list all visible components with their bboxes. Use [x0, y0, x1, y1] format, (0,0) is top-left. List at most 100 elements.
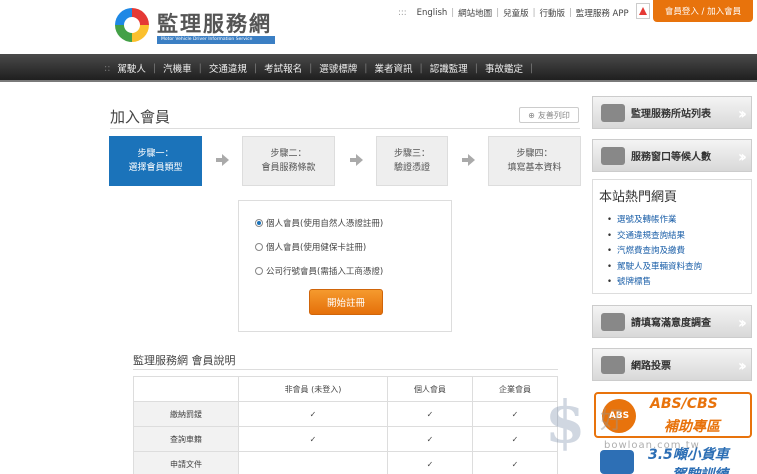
step-2: 步驟二： 會員服務條款 — [242, 136, 335, 186]
member-type-form: 個人會員(使用自然人憑證註冊) 個人會員(使用健保卡註冊) 公司行號會員(需插入… — [238, 200, 452, 332]
hot-link[interactable]: 號牌標售 — [607, 275, 702, 291]
survey-button[interactable]: 請填寫滿意度調查 ›› — [592, 305, 752, 338]
hot-pages-title: 本站熱門網頁 — [599, 190, 678, 205]
site-logo[interactable]: 監理服務網 Motor Vehicle Driver Information S… — [115, 6, 280, 46]
option-company-cert-label: 公司行號會員(需插入工商憑證) — [266, 267, 384, 277]
chevron-right-icon: ›› — [737, 313, 747, 332]
menu-dots-icon: ::: — [398, 8, 407, 18]
truck-subtitle: 駕駛訓練 — [672, 464, 728, 474]
queue-count-label: 服務窗口等候人數 — [631, 152, 711, 163]
step-1-line2: 選擇會員類型 — [128, 163, 183, 173]
check-icon: ✓ — [386, 401, 473, 427]
watermark-text: 好 — [600, 406, 628, 434]
toplink-mobile[interactable]: 行動版 — [539, 7, 565, 19]
chevron-right-icon: ›› — [737, 356, 747, 375]
check-icon: ✓ — [238, 426, 388, 452]
toplink-app[interactable]: 監理服務 APP — [576, 7, 629, 19]
top-links: ::: English | 網站地圖 | 兒童版 | 行動版 | 監理服務 APP — [398, 7, 629, 19]
nav-item-business[interactable]: 業者資訊 — [368, 61, 420, 75]
watermark-dollar-icon: $ — [545, 388, 586, 456]
survey-icon — [601, 312, 625, 331]
logo-mark-icon — [115, 8, 149, 42]
table-header-cell — [133, 376, 239, 402]
table-row: 繳納罰鍰 ✓ ✓ ✓ — [133, 401, 559, 427]
nav-item-accident[interactable]: 事故鑑定 — [478, 61, 530, 75]
table-header-cell: 非會員 (未登入) — [238, 376, 388, 402]
step-4-line2: 填寫基本資料 — [507, 163, 562, 173]
print-icon: ⊕ — [528, 110, 535, 120]
table-row-label: 申請文件 — [133, 451, 239, 474]
truck-icon — [600, 450, 634, 474]
title-divider — [110, 128, 580, 129]
hot-pages-panel: 本站熱門網頁 選號及轉帳作業 交通違規查詢結果 汽燃費查詢及繳費 駕駛人及車輛資… — [592, 179, 752, 294]
nav-item-exam[interactable]: 考試報名 — [257, 61, 309, 75]
nav-item-violation[interactable]: 交通違規 — [202, 61, 254, 75]
explain-divider — [133, 369, 558, 370]
start-register-button[interactable]: 開始註冊 — [309, 289, 383, 315]
logo-subtitle: Motor Vehicle Driver Information Service — [157, 36, 275, 44]
step-arrow-icon — [462, 154, 475, 166]
chevron-right-icon: ›› — [737, 104, 747, 123]
nav-item-plate[interactable]: 選號標牌 — [312, 61, 364, 75]
app-store-icon[interactable] — [636, 3, 650, 19]
page-title: 加入會員 — [110, 108, 171, 126]
step-1-line1: 步驟一： — [137, 149, 174, 159]
option-citizen-cert-label: 個人會員(使用自然人憑證註冊) — [266, 219, 384, 229]
people-icon — [601, 146, 625, 165]
step-1: 步驟一： 選擇會員類型 — [109, 136, 202, 186]
table-header-cell: 個人會員 — [386, 376, 473, 402]
hot-link[interactable]: 駕駛人及車輛資料查詢 — [607, 260, 702, 276]
hot-link[interactable]: 選號及轉帳作業 — [607, 213, 702, 229]
step-3-line2: 驗證憑證 — [393, 163, 430, 173]
check-icon: ✓ — [386, 451, 473, 474]
site-header: 監理服務網 Motor Vehicle Driver Information S… — [0, 0, 757, 54]
radio-health-card[interactable] — [255, 243, 263, 251]
step-arrow-icon — [350, 154, 363, 166]
table-row: 申請文件 ✓ ✓ — [133, 451, 559, 474]
toplink-english[interactable]: English — [417, 8, 448, 18]
hot-pages-list: 選號及轉帳作業 交通違規查詢結果 汽燃費查詢及繳費 駕駛人及車輛資料查詢 號牌標… — [607, 213, 702, 291]
vote-label: 網路投票 — [631, 361, 671, 372]
toplink-sitemap[interactable]: 網站地圖 — [458, 7, 492, 19]
step-2-line1: 步驟二： — [270, 149, 307, 159]
logo-title: 監理服務網 — [157, 11, 272, 36]
main-nav: :: 駕駛人 | 汽機車 | 交通違規 | 考試報名 | 選號標牌 | 業者資訊 | 認識監… — [0, 54, 757, 82]
print-button[interactable]: ⊕ 友善列印 — [519, 107, 579, 123]
step-4: 步驟四： 填寫基本資料 — [488, 136, 581, 186]
member-explain-title: 監理服務網 會員說明 — [133, 354, 236, 367]
watermark-url: bowloan.com.tw — [604, 440, 700, 451]
toplink-kids[interactable]: 兒童版 — [503, 7, 529, 19]
table-cell-empty — [238, 451, 388, 474]
megaphone-icon — [601, 355, 625, 374]
table-header-row: 非會員 (未登入) 個人會員 企業會員 — [133, 376, 559, 402]
hot-link[interactable]: 交通違規查詢結果 — [607, 229, 702, 245]
print-label: 友善列印 — [537, 110, 570, 120]
station-list-label: 監理服務所站列表 — [631, 109, 711, 120]
nav-item-vehicle[interactable]: 汽機車 — [156, 61, 199, 75]
hot-link[interactable]: 汽燃費查詢及繳費 — [607, 244, 702, 260]
abs-subtitle: 補助專區 — [664, 419, 720, 435]
table-row-label: 查詢車籍 — [133, 426, 239, 452]
check-icon: ✓ — [386, 426, 473, 452]
step-4-line1: 步驟四： — [516, 149, 553, 159]
station-list-button[interactable]: 監理服務所站列表 ›› — [592, 96, 752, 129]
nav-item-driver[interactable]: 駕駛人 — [110, 61, 153, 75]
step-3-line1: 步驟三： — [393, 149, 430, 159]
check-icon: ✓ — [238, 401, 388, 427]
nav-item-about[interactable]: 認識監理 — [423, 61, 475, 75]
radio-company-cert[interactable] — [255, 267, 263, 275]
queue-count-button[interactable]: 服務窗口等候人數 ›› — [592, 139, 752, 172]
vote-button[interactable]: 網路投票 ›› — [592, 348, 752, 381]
step-3: 步驟三： 驗證憑證 — [376, 136, 448, 186]
radio-citizen-cert[interactable] — [255, 219, 263, 227]
abs-title: ABS/CBS — [650, 396, 718, 412]
table-row-label: 繳納罰鍰 — [133, 401, 239, 427]
option-citizen-cert[interactable]: 個人會員(使用自然人憑證註冊) — [255, 217, 383, 229]
option-company-cert[interactable]: 公司行號會員(需插入工商憑證) — [255, 265, 383, 277]
table-row: 查詢車籍 ✓ ✓ ✓ — [133, 426, 559, 452]
login-join-button[interactable]: 會員登入 / 加入會員 — [653, 0, 753, 22]
step-2-line2: 會員服務條款 — [261, 163, 316, 173]
option-health-card[interactable]: 個人會員(使用健保卡註冊) — [255, 241, 366, 253]
car-icon — [601, 103, 625, 122]
chevron-right-icon: ›› — [737, 147, 747, 166]
